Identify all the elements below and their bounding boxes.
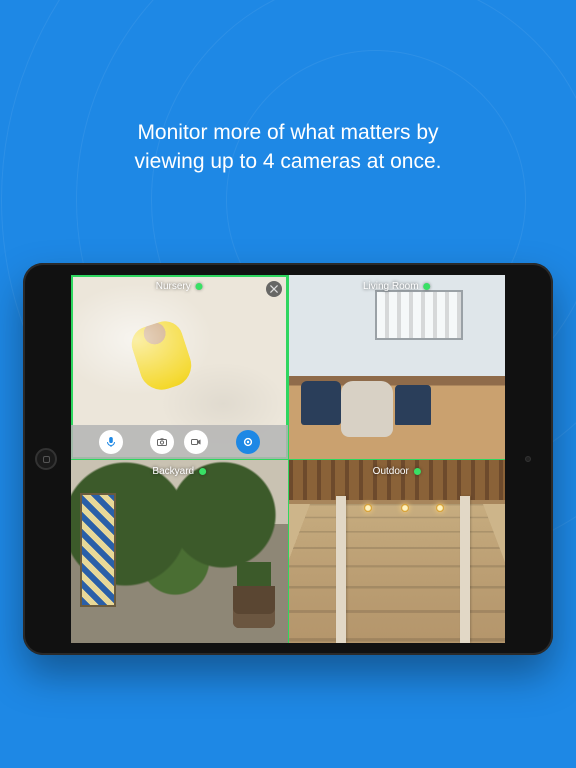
tablet-home-button[interactable] <box>35 448 57 470</box>
camera-video-backyard <box>71 460 288 644</box>
camera-feed-living-room[interactable]: Living Room <box>289 275 506 459</box>
camera-label: Nursery <box>156 281 203 292</box>
camera-icon <box>156 436 168 448</box>
status-dot-icon <box>424 283 431 290</box>
porch-light <box>364 504 372 512</box>
camera-feed-backyard[interactable]: Backyard <box>71 460 288 644</box>
close-icon <box>270 285 278 293</box>
more-button[interactable] <box>236 430 260 454</box>
camera-name: Nursery <box>156 281 191 292</box>
app-screen: Nursery <box>71 275 505 643</box>
headline-line1: Monitor more of what matters by <box>137 121 438 144</box>
tablet-front-camera <box>525 456 531 462</box>
camera-label: Backyard <box>152 466 206 477</box>
status-dot-icon <box>414 468 421 475</box>
camera-feed-outdoor[interactable]: Outdoor <box>289 460 506 644</box>
porch-post <box>460 496 470 643</box>
record-icon <box>190 436 202 448</box>
record-button[interactable] <box>184 430 208 454</box>
camera-video-living-room <box>289 275 506 459</box>
camera-name: Backyard <box>152 466 194 477</box>
status-dot-icon <box>196 283 203 290</box>
camera-feed-nursery[interactable]: Nursery <box>71 275 288 459</box>
headline-line2: viewing up to 4 cameras at once. <box>134 150 441 173</box>
camera-video-outdoor <box>289 460 506 644</box>
porch-light <box>401 504 409 512</box>
tablet-frame: Nursery <box>23 263 553 655</box>
more-icon <box>242 436 254 448</box>
headline: Monitor more of what matters by viewing … <box>0 118 576 177</box>
porch-light <box>436 504 444 512</box>
porch-post <box>336 496 346 643</box>
status-dot-icon <box>199 468 206 475</box>
snapshot-button[interactable] <box>150 430 174 454</box>
close-button[interactable] <box>266 281 282 297</box>
camera-label: Living Room <box>363 281 431 292</box>
camera-label: Outdoor <box>373 466 421 477</box>
camera-grid: Nursery <box>71 275 505 643</box>
mic-button[interactable] <box>99 430 123 454</box>
camera-name: Living Room <box>363 281 419 292</box>
camera-control-bar <box>71 425 288 459</box>
camera-name: Outdoor <box>373 466 409 477</box>
mic-icon <box>105 436 117 448</box>
